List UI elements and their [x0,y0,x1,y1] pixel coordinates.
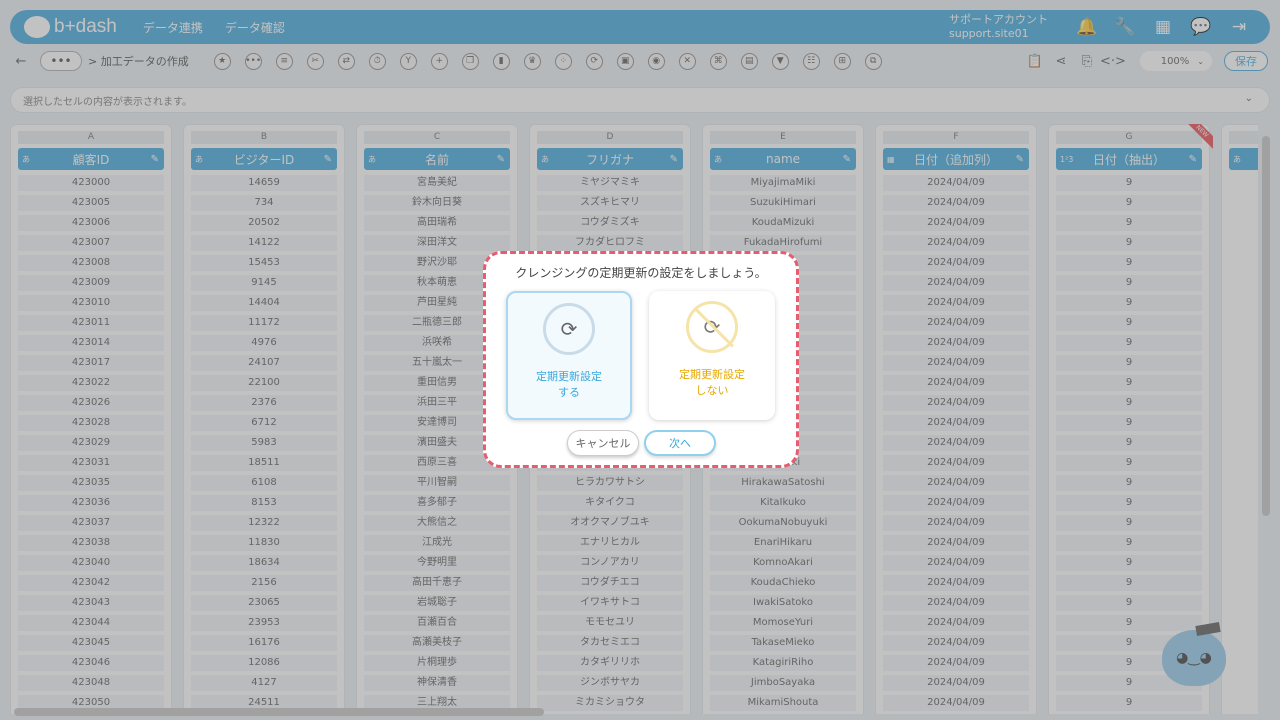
option-disable-scheduled-update[interactable]: ⟳ 定期更新設定 しない [649,291,775,420]
option-disable-label-line1: 定期更新設定 [679,368,745,381]
option-disable-label-line2: しない [695,384,729,397]
sync-off-icon: ⟳ [686,301,738,353]
scheduled-update-dialog: クレンジングの定期更新の設定をしましょう。 ⟳ 定期更新設定 する ⟳ 定期更新… [483,251,799,468]
option-enable-scheduled-update[interactable]: ⟳ 定期更新設定 する [506,291,632,420]
option-disable-label: 定期更新設定 しない [679,367,745,399]
sync-icon: ⟳ [543,303,595,355]
next-button[interactable]: 次へ [644,430,716,456]
option-enable-label: 定期更新設定 する [536,369,602,401]
dialog-message: クレンジングの定期更新の設定をしましょう。 [515,266,767,280]
option-enable-label-line2: する [558,386,580,399]
cancel-button[interactable]: キャンセル [567,430,639,456]
option-enable-label-line1: 定期更新設定 [536,370,602,383]
